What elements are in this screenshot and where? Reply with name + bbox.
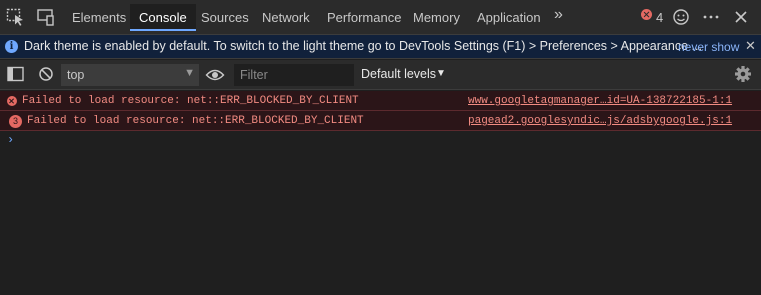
tab-sources[interactable]: Sources (192, 4, 258, 31)
console-toolbar: top ▼ Default levels ▼ (0, 60, 761, 90)
default-levels-dropdown[interactable]: Default levels (361, 67, 436, 81)
error-count[interactable]: 4 (656, 10, 663, 25)
sidebar-toggle-icon[interactable] (6, 65, 26, 83)
repeat-count-badge: 3 (9, 115, 22, 128)
tab-console[interactable]: Console (130, 4, 196, 31)
tab-network[interactable]: Network (253, 4, 319, 31)
error-message: Failed to load resource: net::ERR_BLOCKE… (27, 115, 364, 127)
clear-console-icon[interactable] (36, 65, 56, 83)
context-select[interactable]: top ▼ (61, 64, 199, 86)
context-value: top (67, 68, 85, 82)
info-icon: i (5, 40, 18, 53)
never-show-link[interactable]: never show (678, 40, 739, 54)
chevron-down-icon: ▼ (436, 68, 446, 79)
error-message: Failed to load resource: net::ERR_BLOCKE… (22, 95, 359, 107)
chevron-down-icon: ▼ (184, 67, 195, 79)
eye-icon[interactable] (205, 66, 225, 84)
console-error-row: Failed to load resource: net::ERR_BLOCKE… (0, 91, 761, 111)
close-icon[interactable]: ✕ (745, 38, 756, 54)
inspect-element-icon[interactable] (6, 8, 26, 26)
kebab-menu-icon[interactable] (701, 8, 721, 26)
console-error-row: 3 Failed to load resource: net::ERR_BLOC… (0, 111, 761, 131)
console-output[interactable]: Failed to load resource: net::ERR_BLOCKE… (0, 91, 761, 295)
devtools-tabbar: Elements Console Sources Network Perform… (0, 0, 761, 35)
source-link[interactable]: www.googletagmanager…id=UA-138722185-1:1 (468, 95, 732, 107)
info-bar: i Dark theme is enabled by default. To s… (0, 35, 761, 59)
tab-elements[interactable]: Elements (63, 4, 135, 31)
close-icon[interactable] (731, 8, 751, 26)
tab-application[interactable]: Application (468, 4, 550, 31)
filter-input[interactable] (234, 64, 354, 86)
console-prompt[interactable]: › (7, 133, 14, 147)
tab-performance[interactable]: Performance (318, 4, 410, 31)
source-link[interactable]: pagead2.googlesyndic…js/adsbygoogle.js:1 (468, 115, 732, 127)
tab-memory[interactable]: Memory (404, 4, 469, 31)
settings-gear-icon[interactable] (733, 65, 753, 83)
device-toolbar-icon[interactable] (36, 8, 56, 26)
feedback-icon[interactable] (671, 8, 691, 26)
error-icon (7, 96, 17, 106)
more-tabs-button[interactable]: » (554, 6, 563, 24)
info-message: Dark theme is enabled by default. To swi… (24, 39, 702, 53)
error-icon[interactable] (641, 9, 652, 20)
